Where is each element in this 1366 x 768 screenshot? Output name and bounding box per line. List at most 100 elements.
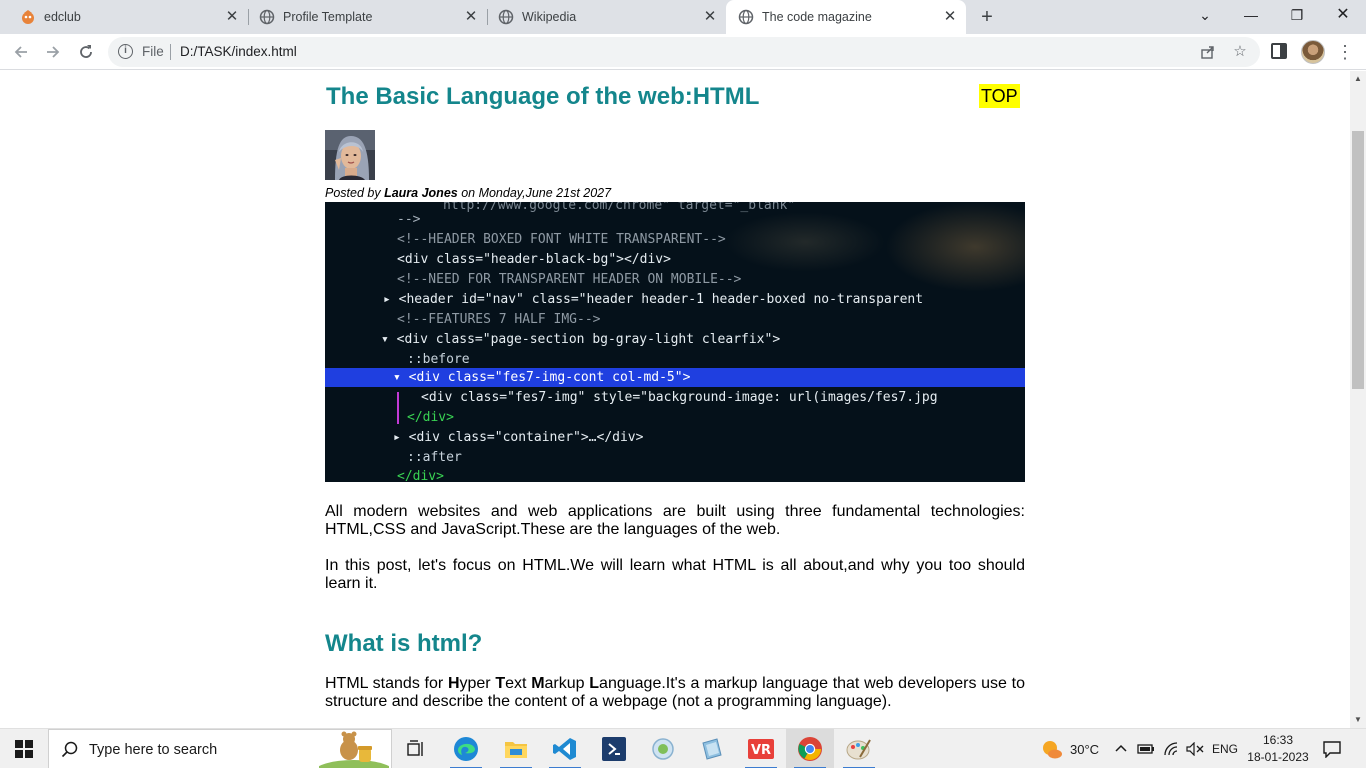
- taskbar-app[interactable]: [639, 729, 687, 768]
- app-icon: [652, 738, 674, 760]
- close-icon[interactable]: ✕: [940, 7, 960, 27]
- code-line: ::before: [407, 352, 470, 367]
- acronym-rest: yper: [459, 675, 496, 692]
- author-avatar: [325, 130, 375, 180]
- task-view-icon: [407, 740, 423, 756]
- tab-title: The code magazine: [762, 10, 872, 24]
- vscode-app[interactable]: [541, 729, 589, 768]
- tab-edclub[interactable]: edclub ✕: [0, 0, 248, 34]
- top-link[interactable]: TOP: [979, 84, 1020, 108]
- byline-author: Laura Jones: [384, 186, 458, 200]
- language-label: ENG: [1212, 742, 1239, 756]
- edge-app[interactable]: [442, 729, 490, 768]
- chrome-app[interactable]: [786, 729, 834, 768]
- profile-avatar[interactable]: [1301, 40, 1325, 64]
- paragraph-prefix: HTML stands for: [325, 675, 448, 692]
- windows-logo-icon: [15, 740, 33, 758]
- tab-profile-template[interactable]: Profile Template ✕: [239, 0, 487, 34]
- close-icon[interactable]: ✕: [700, 7, 720, 27]
- tab-title: Wikipedia: [522, 10, 577, 24]
- task-view-button[interactable]: [392, 729, 440, 768]
- intro-paragraph: All modern websites and web applications…: [325, 503, 1025, 538]
- svg-text:VR: VR: [751, 743, 771, 758]
- code-guide-line: [397, 392, 399, 424]
- hero-code-image: http://www.google.com/chrome" target="_b…: [325, 202, 1025, 482]
- weather-widget[interactable]: 30°C: [1038, 729, 1099, 768]
- chrome-icon: [798, 737, 822, 761]
- byline-date: on Monday,June 21st 2027: [457, 186, 612, 200]
- back-arrow-icon: [14, 46, 27, 58]
- scroll-down-arrow-icon[interactable]: ▼: [1350, 714, 1366, 726]
- app-icon: [702, 738, 722, 760]
- url-text[interactable]: D:/TASK/index.html: [180, 44, 297, 59]
- edge-icon: [454, 737, 478, 761]
- globe-icon: [498, 9, 514, 25]
- paint-app[interactable]: [835, 729, 883, 768]
- new-tab-button[interactable]: +: [976, 6, 998, 28]
- minimize-button[interactable]: —: [1228, 0, 1274, 30]
- network-tray-button[interactable]: [1163, 729, 1179, 768]
- restore-button[interactable]: ❐: [1274, 0, 1320, 30]
- taskbar-app[interactable]: VR: [737, 729, 785, 768]
- notifications-button[interactable]: [1322, 729, 1342, 768]
- scroll-up-arrow-icon[interactable]: ▲: [1350, 73, 1366, 85]
- code-line: ▾ <div class="fes7-img-cont col-md-5">: [393, 370, 691, 385]
- reload-button[interactable]: [74, 40, 98, 64]
- browser-toolbar: i File D:/TASK/index.html ☆ ⋮: [0, 34, 1366, 70]
- weather-temperature: 30°C: [1070, 741, 1100, 757]
- page-viewport: The Basic Language of the web:HTML TOP P…: [0, 71, 1350, 728]
- language-indicator[interactable]: ENG: [1212, 729, 1238, 768]
- code-line-text: <div class="page-section bg-gray-light c…: [396, 332, 781, 347]
- tab-wikipedia[interactable]: Wikipedia ✕: [478, 0, 726, 34]
- battery-icon: [1137, 744, 1154, 754]
- back-button[interactable]: [9, 40, 33, 64]
- share-icon[interactable]: [1198, 42, 1218, 62]
- address-bar[interactable]: i File D:/TASK/index.html ☆: [108, 37, 1260, 67]
- taskbar-search-box[interactable]: Type here to search: [48, 729, 392, 768]
- volume-tray-button[interactable]: [1186, 729, 1204, 768]
- acronym-letter: T: [495, 675, 506, 692]
- start-button[interactable]: [0, 729, 48, 768]
- search-highlight-illustration-icon: [319, 731, 389, 768]
- byline: Posted by Laura Jones on Monday,June 21s…: [325, 186, 611, 200]
- battery-tray-button[interactable]: [1137, 729, 1155, 768]
- side-panel-icon[interactable]: [1271, 43, 1287, 59]
- acronym-rest: anguage: [599, 675, 662, 692]
- acronym-letter: H: [447, 675, 460, 692]
- powershell-app[interactable]: [590, 729, 638, 768]
- show-hidden-icons-button[interactable]: [1114, 729, 1128, 768]
- search-icon: [61, 741, 78, 758]
- html-definition-paragraph: HTML stands for Hyper Text Markup Langua…: [325, 675, 1025, 711]
- edclub-icon: [22, 10, 34, 24]
- window-close-button[interactable]: ✕: [1320, 0, 1366, 30]
- clock-date: 18-01-2023: [1247, 750, 1309, 764]
- byline-prefix: Posted by: [325, 186, 385, 200]
- globe-icon: [259, 9, 275, 25]
- paint-icon: [846, 739, 871, 760]
- notification-icon: [1323, 741, 1341, 758]
- acronym-letter: M: [531, 675, 545, 692]
- more-menu-icon[interactable]: ⋮: [1336, 40, 1354, 64]
- bookmark-star-icon[interactable]: ☆: [1230, 42, 1250, 62]
- tab-the-code-magazine[interactable]: The code magazine ✕: [726, 0, 966, 34]
- code-line-text: <div class="fes7-img-cont col-md-5">: [408, 370, 691, 385]
- code-line: ▾ <div class="page-section bg-gray-light…: [381, 332, 781, 347]
- file-explorer-app[interactable]: [492, 729, 540, 768]
- forward-button[interactable]: [41, 40, 65, 64]
- code-line: <!--NEED FOR TRANSPARENT HEADER ON MOBIL…: [397, 272, 742, 287]
- section-heading: What is html?: [325, 630, 483, 657]
- info-icon[interactable]: i: [118, 44, 133, 59]
- code-line-text: <div class="container">…</div>: [408, 430, 644, 445]
- tab-strip: edclub ✕ Profile Template ✕ Wikipedia ✕ …: [0, 0, 1366, 34]
- scroll-thumb[interactable]: [1352, 131, 1364, 389]
- code-line: http://www.google.com/chrome" target="_b…: [443, 202, 796, 213]
- acronym-letter: L: [589, 675, 600, 692]
- vertical-scrollbar[interactable]: ▲ ▼: [1350, 71, 1366, 728]
- clock[interactable]: 16:33 18-01-2023: [1242, 732, 1314, 766]
- tab-search-chevron-icon[interactable]: ⌄: [1182, 0, 1228, 30]
- bokeh-glow: [885, 202, 1025, 292]
- code-line: <!--FEATURES 7 HALF IMG-->: [397, 312, 601, 327]
- address-divider: [170, 44, 171, 60]
- code-line: <div class="header-black-bg"></div>: [397, 252, 671, 267]
- taskbar-app[interactable]: [688, 729, 736, 768]
